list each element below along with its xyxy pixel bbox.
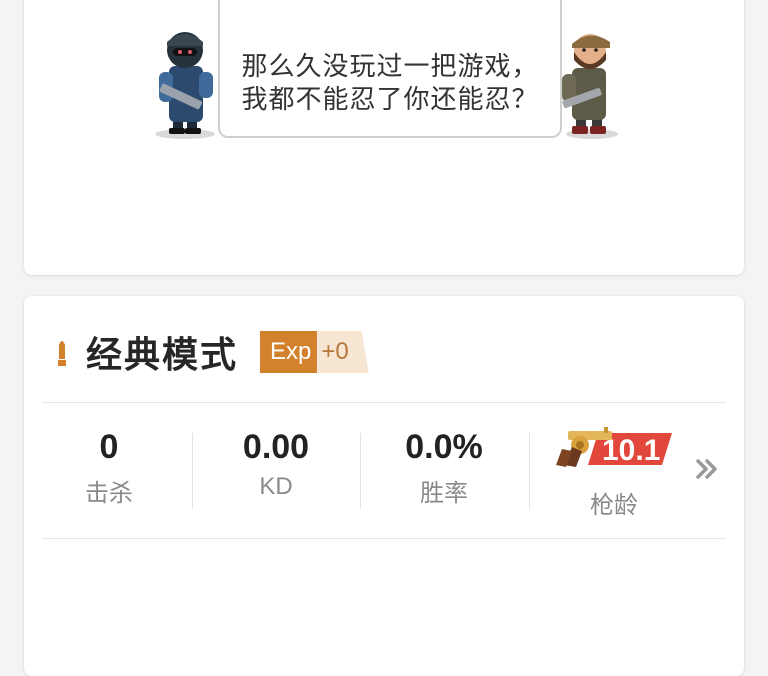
stat-kd-label: KD bbox=[259, 473, 293, 500]
divider-top bbox=[42, 402, 726, 403]
stat-winrate-value: 0.0% bbox=[405, 428, 483, 466]
divider-bottom bbox=[42, 538, 726, 539]
stat-separator bbox=[360, 433, 361, 509]
gun-age-label: 枪龄 bbox=[590, 492, 638, 519]
mode-title: 经典模式 bbox=[86, 334, 239, 375]
exp-label: Exp bbox=[260, 331, 318, 373]
gun-age-badge: 10.1 bbox=[556, 427, 672, 467]
mode-header: 经典模式 Exp +0 bbox=[56, 330, 369, 375]
stat-winrate-label: 胜率 bbox=[420, 480, 468, 507]
stats-row[interactable]: 0 击杀 0.00 KD 0.0% 胜率 10.1 枪龄 bbox=[42, 425, 726, 525]
stat-kills-label: 击杀 bbox=[85, 480, 133, 507]
bullet-icon bbox=[58, 341, 66, 366]
chevron-right-icon[interactable] bbox=[695, 454, 721, 484]
stat-winrate: 0.0% 胜率 bbox=[376, 425, 512, 508]
exp-value: +0 bbox=[317, 331, 369, 373]
stat-kd-value: 0.00 bbox=[242, 428, 310, 466]
soldier-right-avatar bbox=[562, 34, 618, 139]
stat-kills: 0 击杀 bbox=[42, 425, 176, 508]
stat-kd: 0.00 KD bbox=[208, 425, 344, 501]
exp-badge: Exp +0 bbox=[260, 331, 369, 373]
soldier-left-avatar bbox=[155, 32, 215, 139]
stat-separator bbox=[192, 433, 193, 509]
stat-separator bbox=[529, 433, 530, 509]
speech-bubble-text: 那么久没玩过一把游戏，我都不能忍了你还能忍？ bbox=[241, 51, 539, 114]
stat-kills-value: 0 bbox=[99, 428, 119, 466]
speech-bubble: 那么久没玩过一把游戏，我都不能忍了你还能忍？ bbox=[218, 0, 562, 138]
